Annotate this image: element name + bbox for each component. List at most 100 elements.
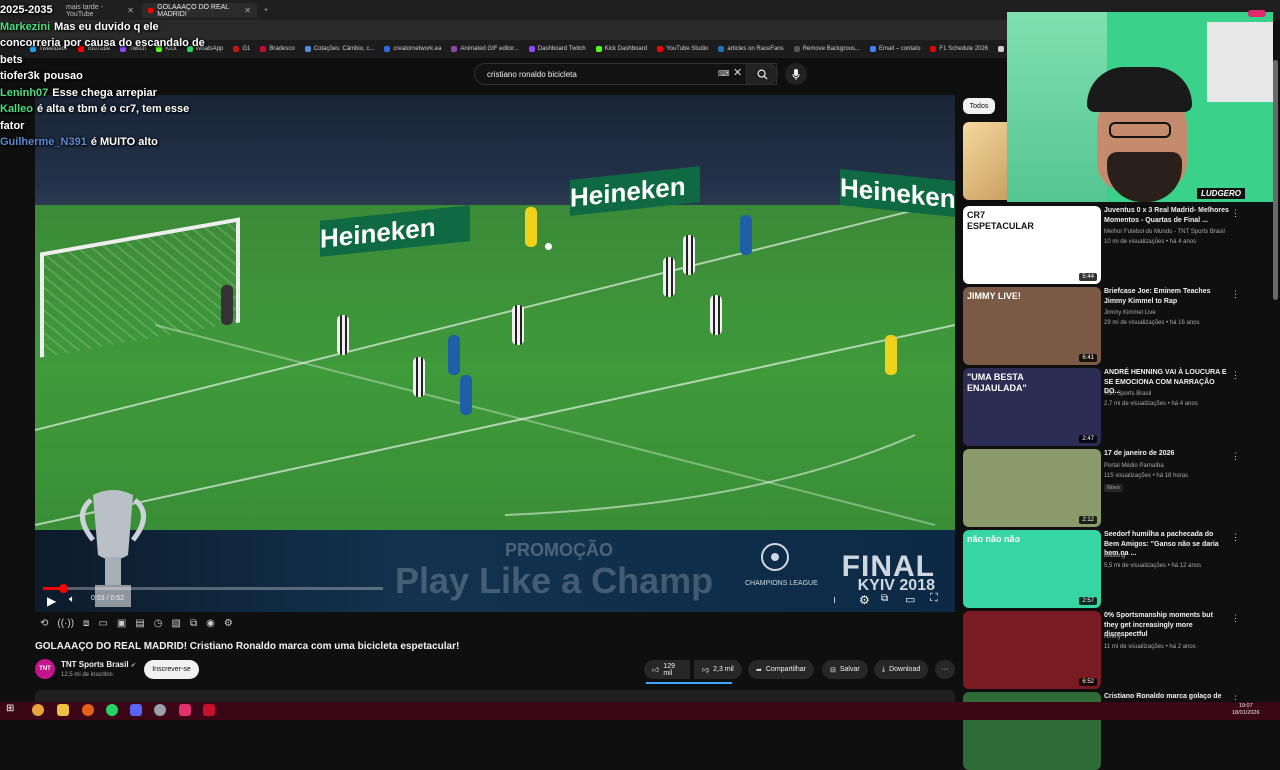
recommendation-card[interactable]: Cristiano Ronaldo marca golaço de ⋮ [963, 692, 1273, 770]
video-duration: 6:41 [1079, 354, 1097, 362]
bookmark-label: Kick Dashboard [604, 46, 648, 52]
bookmark-item[interactable]: Kick Dashboard [595, 46, 648, 52]
f1-icon[interactable] [203, 704, 215, 716]
banner-promo-text: PROMOÇÃO [505, 540, 613, 560]
cinema-icon[interactable]: ▤ [135, 618, 144, 629]
more-options-icon[interactable]: ⋮ [1231, 532, 1240, 543]
bookmark-item[interactable]: articles on RaceFans [718, 46, 784, 52]
more-options-icon[interactable]: ⋮ [1231, 289, 1240, 300]
filter-chip-all[interactable]: Todos [963, 98, 995, 114]
banner-ucl: CHAMPIONS LEAGUE [745, 580, 818, 587]
new-tab-button[interactable]: + [258, 3, 274, 18]
recommendation-thumbnail[interactable]: não não não 2:57 [963, 530, 1101, 608]
progress-bar[interactable] [43, 587, 383, 590]
picture-icon[interactable]: ▣ [117, 618, 126, 629]
download-button[interactable]: ⤓ Download [874, 660, 929, 679]
bookmark-item[interactable]: G1 [233, 46, 250, 52]
app-icon[interactable] [179, 704, 191, 716]
camera-icon[interactable]: ◉ [206, 618, 215, 629]
voice-search-button[interactable] [785, 63, 807, 85]
more-options-icon[interactable]: ⋮ [1231, 208, 1240, 219]
recommendation-thumbnail[interactable]: CR7 ESPETACULAR 5:44 [963, 206, 1101, 284]
recommendation-thumbnail[interactable]: "UMA BESTA ENJAULADA" 2:47 [963, 368, 1101, 446]
gear-icon[interactable]: ⚙ [224, 618, 233, 629]
save-button[interactable]: ⊟ Salvar [822, 660, 868, 679]
partial-thumbnail[interactable] [963, 122, 1007, 200]
search-button[interactable] [746, 63, 778, 85]
bookmark-item[interactable]: YouTube Studio [657, 46, 708, 52]
recommendation-card[interactable]: não não não 2:57 Seedorf humilha a pacheca… [963, 530, 1273, 608]
recommendation-title[interactable]: Juventus 0 x 3 Real Madrid- Melhores Mom… [1104, 206, 1229, 225]
volume-icon[interactable]: 🔈︎ [69, 594, 75, 605]
recommendation-channel[interactable]: TNT Sports Brasil [1104, 391, 1151, 397]
obs-icon[interactable] [154, 704, 166, 716]
loop-icon[interactable]: ⟲ [40, 618, 48, 629]
recommendation-meta: 5,5 mi de visualizações • há 12 anos [1104, 563, 1202, 569]
recommendation-title[interactable]: 0% Sportsmanship moments but they get in… [1104, 611, 1229, 640]
folder-icon[interactable] [57, 704, 69, 716]
recommendation-card[interactable]: "UMA BESTA ENJAULADA" 2:47 ANDRÉ HENNING V… [963, 368, 1273, 446]
description-box[interactable] [35, 690, 955, 702]
screen-icon[interactable]: ▭ [98, 618, 107, 629]
more-actions-button[interactable]: ··· [935, 660, 955, 679]
screenshot-icon[interactable]: ⧈ [83, 618, 89, 629]
recommendation-channel[interactable]: Melhor Futebol do Mundo - TNT Sports Bra… [1104, 229, 1225, 235]
like-button[interactable]: 👍︎ 129 mil [644, 660, 690, 679]
recommendation-card[interactable]: JIMMY LIVE! 6:41 Briefcase Joe: Eminem Tea… [963, 287, 1273, 365]
video-player[interactable]: Heineken Heineken Heineken PROMOÇÃO Play… [35, 95, 955, 612]
recommendation-thumbnail[interactable]: 6:52 [963, 611, 1101, 689]
discord-icon[interactable] [130, 704, 142, 716]
firefox-icon[interactable] [82, 704, 94, 716]
recommendation-title[interactable]: Briefcase Joe: Eminem Teaches Jimmy Kimm… [1104, 287, 1229, 306]
close-icon[interactable]: ✕ [234, 6, 251, 15]
video-duration: 2:12 [1079, 516, 1097, 524]
recommendation-card[interactable]: 6:52 0% Sportsmanship moments but they ge… [963, 611, 1273, 689]
play-button[interactable]: ▶ [47, 594, 56, 608]
windows-start-icon[interactable]: ⊞ [6, 703, 18, 715]
audio-icon[interactable]: ((·)) [57, 618, 74, 629]
bookmark-item[interactable]: creatornetwork.ea [384, 46, 441, 52]
search-input[interactable]: cristiano ronaldo bicicleta [474, 63, 777, 85]
bookmark-label: F1 Schedule 2026 [939, 46, 989, 52]
pip-icon[interactable]: ⧉ [190, 618, 197, 629]
bookmark-item[interactable]: Bradesco [260, 46, 295, 52]
more-options-icon[interactable]: ⋮ [1231, 451, 1240, 462]
dislike-button[interactable]: 👎︎ 2,3 mil [694, 660, 742, 679]
recommendation-card[interactable]: CR7 ESPETACULAR 5:44 Juventus 0 x 3 Real M… [963, 206, 1273, 284]
bookmark-item[interactable]: Remove Backgrous... [793, 46, 860, 52]
bookmark-item[interactable]: Cotações: Câmbio, c... [304, 46, 374, 52]
channel-name[interactable]: TNT Sports Brasil ✔ [61, 660, 136, 669]
recommendation-card[interactable]: 2:12 17 de janeiro de 2026 Portal Médio Pa… [963, 449, 1273, 527]
recommendation-channel[interactable]: Jimmy Kimmel Live [1104, 310, 1156, 316]
share-button[interactable]: ➦ Compartilhar [748, 660, 814, 679]
bookmark-item[interactable]: Animated GIF editor... [451, 46, 519, 52]
miniplayer-icon[interactable]: ⧉ [881, 593, 888, 604]
recommendation-title[interactable]: Cristiano Ronaldo marca golaço de [1104, 692, 1229, 702]
theater-mode-icon[interactable]: ▭ [905, 593, 915, 606]
microphone-icon [792, 68, 800, 80]
page-scrollbar[interactable] [1273, 60, 1278, 300]
settings-icon[interactable]: ⚙ [859, 593, 870, 607]
recommendation-channel[interactable]: Portal Médio Parnaíba [1104, 463, 1164, 469]
recommendation-title[interactable]: 17 de janeiro de 2026 [1104, 449, 1229, 459]
autoplay-toggle[interactable]: ⏽ [831, 595, 838, 606]
recommendation-thumbnail[interactable]: 2:12 [963, 449, 1101, 527]
subscribe-button[interactable]: Inscrever-se [144, 660, 199, 679]
bookmark-item[interactable]: Email – contato [870, 46, 920, 52]
more-options-icon[interactable]: ⋮ [1231, 613, 1240, 624]
recommendation-thumbnail[interactable]: JIMMY LIVE! 6:41 [963, 287, 1101, 365]
chrome-icon[interactable] [32, 704, 44, 716]
recommendation-channel[interactable]: Ninety [1104, 634, 1121, 640]
speed-icon[interactable]: ◷ [154, 618, 163, 629]
fullscreen-icon[interactable]: ⛶ [930, 592, 938, 605]
webcam-overlay: LUDGERO [1007, 12, 1273, 202]
caption-icon[interactable]: ▧ [172, 618, 181, 629]
bookmark-item[interactable]: Dashboard Twitch [528, 46, 586, 52]
recommendation-channel[interactable]: Bilbiung [1104, 553, 1125, 559]
keyboard-icon[interactable]: ⌨ [718, 69, 730, 78]
whatsapp-icon[interactable] [106, 704, 118, 716]
bookmark-item[interactable]: F1 Schedule 2026 [930, 46, 988, 52]
channel-avatar[interactable]: TNT [35, 659, 55, 679]
more-options-icon[interactable]: ⋮ [1231, 370, 1240, 381]
clear-search-icon[interactable]: ✕ [733, 66, 742, 79]
